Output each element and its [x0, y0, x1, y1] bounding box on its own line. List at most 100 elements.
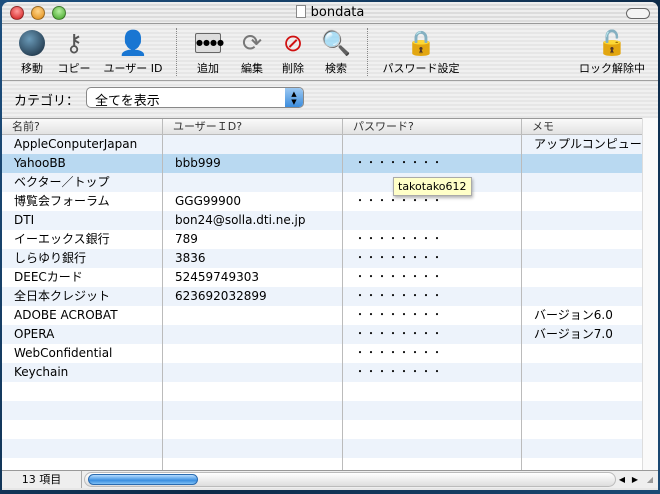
password-tooltip: takotako612	[393, 177, 472, 196]
cell-name: 博覧会フォーラム	[2, 192, 163, 211]
table-row[interactable]: DTI bon24@solla.dti.ne.jp	[2, 211, 642, 230]
table-row[interactable]: DEECカード 52459749303 ・・・・・・・・	[2, 268, 642, 287]
cell-password: ・・・・・・・・	[343, 325, 522, 344]
vertical-scrollbar[interactable]	[642, 118, 658, 470]
table-row[interactable]: WebConfidential ・・・・・・・・	[2, 344, 642, 363]
cell-memo: バージョン6.0	[534, 308, 613, 322]
item-count: 13 項目	[2, 471, 82, 488]
column-header-password[interactable]: パスワード?	[343, 119, 522, 134]
toolbar-add-button[interactable]: ●●●● 追加	[190, 28, 226, 76]
scroll-thumb[interactable]	[88, 474, 198, 485]
cell-memo	[522, 382, 642, 401]
table-row[interactable]: ADOBE ACROBAT ・・・・・・・・ バージョン6.0	[2, 306, 642, 325]
table-header: 名前? ユーザーＩD? パスワード? メモ	[2, 119, 642, 135]
table-row[interactable]: イーエックス銀行 789 ・・・・・・・・	[2, 230, 642, 249]
cell-memo: バージョン7.0	[534, 327, 613, 341]
cell-userid: 623692032899	[163, 287, 343, 306]
cell-userid	[163, 458, 343, 470]
cell-userid	[163, 306, 343, 325]
cell-memo	[522, 287, 642, 306]
toolbar-search-button[interactable]: 🔍 検索	[318, 28, 354, 76]
table-row[interactable]: YahooBB bbb999 ・・・・・・・・	[2, 154, 642, 173]
password-table: 名前? ユーザーＩD? パスワード? メモ AppleConputerJapan…	[2, 118, 642, 470]
cell-userid	[163, 420, 343, 439]
cell-name: ADOBE ACROBAT	[2, 306, 163, 325]
table-row[interactable]: OPERA ・・・・・・・・ バージョン7.0	[2, 325, 642, 344]
cell-userid	[163, 325, 343, 344]
cell-password	[343, 458, 522, 470]
cell-memo	[522, 401, 642, 420]
cell-userid: bon24@solla.dti.ne.jp	[163, 211, 343, 230]
cell-name: OPERA	[2, 325, 163, 344]
category-label: カテゴリ：	[14, 94, 80, 109]
cell-name	[2, 401, 163, 420]
cell-userid	[163, 382, 343, 401]
empty-row	[2, 401, 642, 420]
cell-userid	[163, 439, 343, 458]
cell-password	[343, 439, 522, 458]
column-header-userid[interactable]: ユーザーＩD?	[163, 119, 343, 134]
user-icon: 👤	[118, 29, 148, 57]
category-select[interactable]: 全てを表示 ▲ ▼	[86, 87, 304, 109]
cell-userid	[163, 135, 343, 154]
cell-password	[343, 420, 522, 439]
toolbar-move-button[interactable]: 移動	[16, 28, 48, 76]
cell-name: ベクター／トップ	[2, 173, 163, 192]
netscape-icon	[16, 28, 48, 58]
cell-name	[2, 420, 163, 439]
cell-userid: 3836	[163, 249, 343, 268]
cell-userid	[163, 173, 343, 192]
chevron-updown-icon: ▲ ▼	[285, 88, 303, 107]
table-row[interactable]: しらゆり銀行 3836 ・・・・・・・・	[2, 249, 642, 268]
toolbar-toggle-button[interactable]	[626, 8, 650, 19]
table-row[interactable]: AppleConputerJapan アップルコンピュー	[2, 135, 642, 154]
cell-name: DEECカード	[2, 268, 163, 287]
column-header-name[interactable]: 名前?	[2, 119, 163, 134]
cell-memo	[522, 439, 642, 458]
cell-memo	[522, 154, 642, 173]
table-row[interactable]: Keychain ・・・・・・・・	[2, 363, 642, 382]
toolbar-unlock-button[interactable]: 🔓 ロック解除中	[576, 28, 648, 76]
key-icon: ⚷	[65, 29, 83, 57]
toolbar-edit-button[interactable]: ⟳ 編集	[234, 28, 270, 76]
scroll-left-arrow-icon[interactable]: ◀	[616, 472, 628, 487]
cell-userid: 52459749303	[163, 268, 343, 287]
resize-grip-icon[interactable]: ◢	[644, 472, 656, 487]
cell-userid: bbb999	[163, 154, 343, 173]
cell-userid	[163, 401, 343, 420]
toolbar-copy-button[interactable]: ⚷ コピー	[56, 28, 92, 76]
column-header-memo[interactable]: メモ	[522, 119, 642, 134]
cell-password: ・・・・・・・・	[343, 230, 522, 249]
cell-name: Keychain	[2, 363, 163, 382]
toolbar-delete-button[interactable]: ⊘ 削除	[275, 28, 311, 76]
search-icon: 🔍	[321, 29, 351, 57]
table-row[interactable]: 全日本クレジット 623692032899 ・・・・・・・・	[2, 287, 642, 306]
cell-memo	[522, 230, 642, 249]
cell-memo	[522, 420, 642, 439]
cell-userid: GGG99900	[163, 192, 343, 211]
cell-password	[343, 211, 522, 230]
empty-row	[2, 439, 642, 458]
table-row[interactable]: 博覧会フォーラム GGG99900 ・・・・・・・・	[2, 192, 642, 211]
scroll-right-arrow-icon[interactable]: ▶	[629, 472, 641, 487]
cell-memo	[522, 173, 642, 192]
cell-password: ・・・・・・・・	[343, 249, 522, 268]
toolbar: 移動 ⚷ コピー 👤 ユーザー ID ●●●● 追加 ⟳ 編集 ⊘ 削除 🔍 検索 🔒 パスワ…	[2, 24, 658, 81]
empty-row	[2, 420, 642, 439]
title-bar: bondata	[2, 2, 658, 24]
cell-name	[2, 439, 163, 458]
cell-memo	[522, 344, 642, 363]
add-icon: ●●●●	[190, 28, 226, 58]
cell-memo	[522, 458, 642, 470]
cell-name: イーエックス銀行	[2, 230, 163, 249]
horizontal-scrollbar[interactable]	[84, 472, 616, 487]
table-row[interactable]: ベクター／トップ	[2, 173, 642, 192]
cell-password: ・・・・・・・・	[343, 306, 522, 325]
cell-memo	[522, 249, 642, 268]
empty-row	[2, 458, 642, 470]
toolbar-userid-button[interactable]: 👤 ユーザー ID	[102, 28, 164, 76]
lock-icon: 🔒	[406, 29, 436, 57]
toolbar-password-button[interactable]: 🔒 パスワード設定	[380, 28, 462, 76]
cell-password	[343, 135, 522, 154]
cell-password: ・・・・・・・・	[343, 363, 522, 382]
